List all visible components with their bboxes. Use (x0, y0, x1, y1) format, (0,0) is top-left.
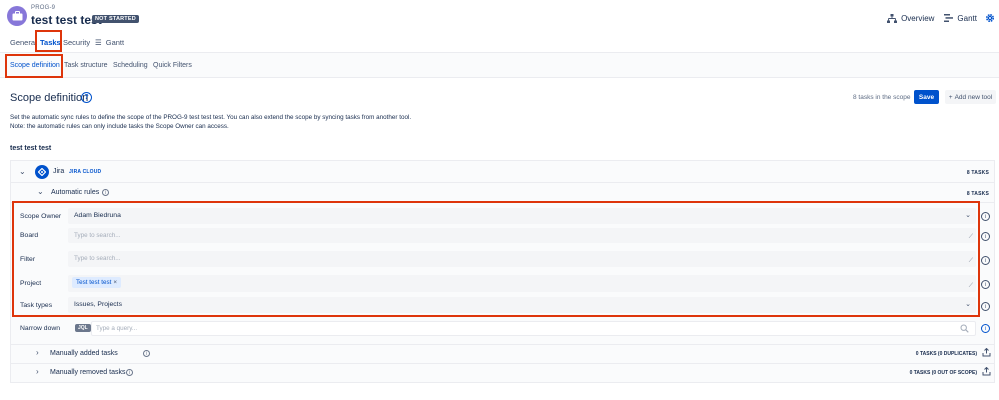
project-avatar[interactable] (7, 6, 27, 26)
plus-icon: + (948, 93, 953, 101)
chevron-down-icon[interactable]: ⌄ (37, 187, 44, 196)
add-tool-label: Add new tool (954, 93, 993, 101)
jira-icon (38, 168, 46, 176)
subtab-quick-filters[interactable]: Quick Filters (153, 62, 192, 69)
tab-general[interactable]: General (10, 38, 37, 47)
jira-task-count: 8 TASKS (966, 170, 989, 176)
subtab-scheduling[interactable]: Scheduling (113, 62, 148, 69)
info-icon[interactable]: i (981, 256, 990, 265)
gantt-label: Gantt (957, 13, 977, 23)
sub-tabs: Scope definition Task structure Scheduli… (0, 53, 999, 78)
gear-icon (985, 13, 995, 23)
manually-added-count: 0 TASKS (0 DUPLICATES) (915, 351, 977, 357)
manually-removed-row[interactable]: › Manually removed tasks i 0 TASKS (0 OU… (10, 363, 995, 381)
app-header: PROG-9 test test test NOT STARTED ⌄ Over… (0, 0, 999, 32)
subtab-task-structure[interactable]: Task structure (64, 62, 108, 69)
automatic-rules-count: 8 TASKS (966, 191, 989, 197)
menu-icon: ☰ (95, 38, 102, 47)
info-icon[interactable]: i (102, 189, 109, 196)
tab-gantt-label: Gantt (105, 38, 125, 47)
help-icon[interactable]: ? (81, 92, 92, 103)
chevron-right-icon[interactable]: › (36, 367, 39, 376)
query-placeholder: Type a query... (96, 325, 138, 332)
settings-button[interactable] (985, 13, 995, 23)
search-icon (960, 324, 969, 333)
overview-label: Overview (901, 13, 935, 23)
gantt-icon (944, 14, 954, 22)
narrow-down-label: Narrow down (20, 325, 61, 332)
jira-cloud-badge: JIRA CLOUD (69, 169, 102, 175)
highlight-tasks-tab (35, 30, 62, 52)
briefcase-icon (12, 11, 22, 21)
manually-removed-count: 0 TASKS (0 OUT OF SCOPE) (909, 370, 977, 376)
overview-button[interactable]: Overview (887, 13, 935, 23)
info-icon[interactable]: i (981, 280, 990, 289)
jql-query-input[interactable]: Type a query... (91, 321, 976, 336)
chevron-down-icon[interactable]: ⌄ (131, 15, 139, 26)
automatic-rules-row[interactable]: ⌄ Automatic rules i 8 TASKS (11, 183, 994, 203)
tab-security[interactable]: Security (63, 38, 90, 47)
manually-added-row[interactable]: › Manually added tasks i 0 TASKS (0 DUPL… (10, 344, 995, 362)
info-icon[interactable]: i (143, 350, 150, 357)
page-title: Scope definition (10, 92, 89, 104)
add-new-tool-button[interactable]: + Add new tool (945, 90, 996, 104)
export-icon[interactable] (982, 348, 991, 357)
tab-gantt[interactable]: ☰ Gantt (95, 38, 124, 47)
info-icon[interactable]: i (126, 369, 133, 376)
section-name: test test test (10, 145, 52, 152)
save-button[interactable]: Save (914, 90, 939, 104)
jql-badge: JQL (75, 324, 91, 332)
description-line-2: Note: the automatic rules can only inclu… (10, 123, 229, 130)
manually-removed-label: Manually removed tasks (50, 369, 126, 376)
info-icon[interactable]: i (981, 302, 990, 311)
info-icon[interactable]: i (981, 324, 990, 333)
tasks-in-scope: 8 tasks in the scope (853, 94, 911, 101)
gantt-view-button[interactable]: Gantt (944, 14, 977, 23)
project-key: PROG-9 (31, 5, 56, 11)
info-icon[interactable]: i (981, 232, 990, 241)
export-icon[interactable] (982, 367, 991, 376)
main-tabs: General Tasks Security ☰ Gantt (0, 31, 999, 53)
jira-name: Jira (53, 168, 65, 175)
scope-description: Set the automatic sync rules to define t… (10, 113, 411, 131)
jira-logo (35, 165, 49, 179)
jira-row[interactable]: ⌄ Jira JIRA CLOUD 8 TASKS (11, 161, 994, 183)
header-actions: Overview Gantt (877, 13, 995, 23)
hierarchy-icon (887, 13, 898, 23)
highlight-rule-fields (12, 201, 980, 317)
chevron-down-icon[interactable]: ⌄ (19, 167, 26, 176)
description-line-1: Set the automatic sync rules to define t… (10, 114, 412, 121)
manually-added-label: Manually added tasks (50, 350, 118, 357)
info-icon[interactable]: i (981, 212, 990, 221)
automatic-rules-label: Automatic rules (51, 189, 100, 196)
chevron-right-icon[interactable]: › (36, 348, 39, 357)
highlight-scope-subtab (5, 54, 63, 78)
